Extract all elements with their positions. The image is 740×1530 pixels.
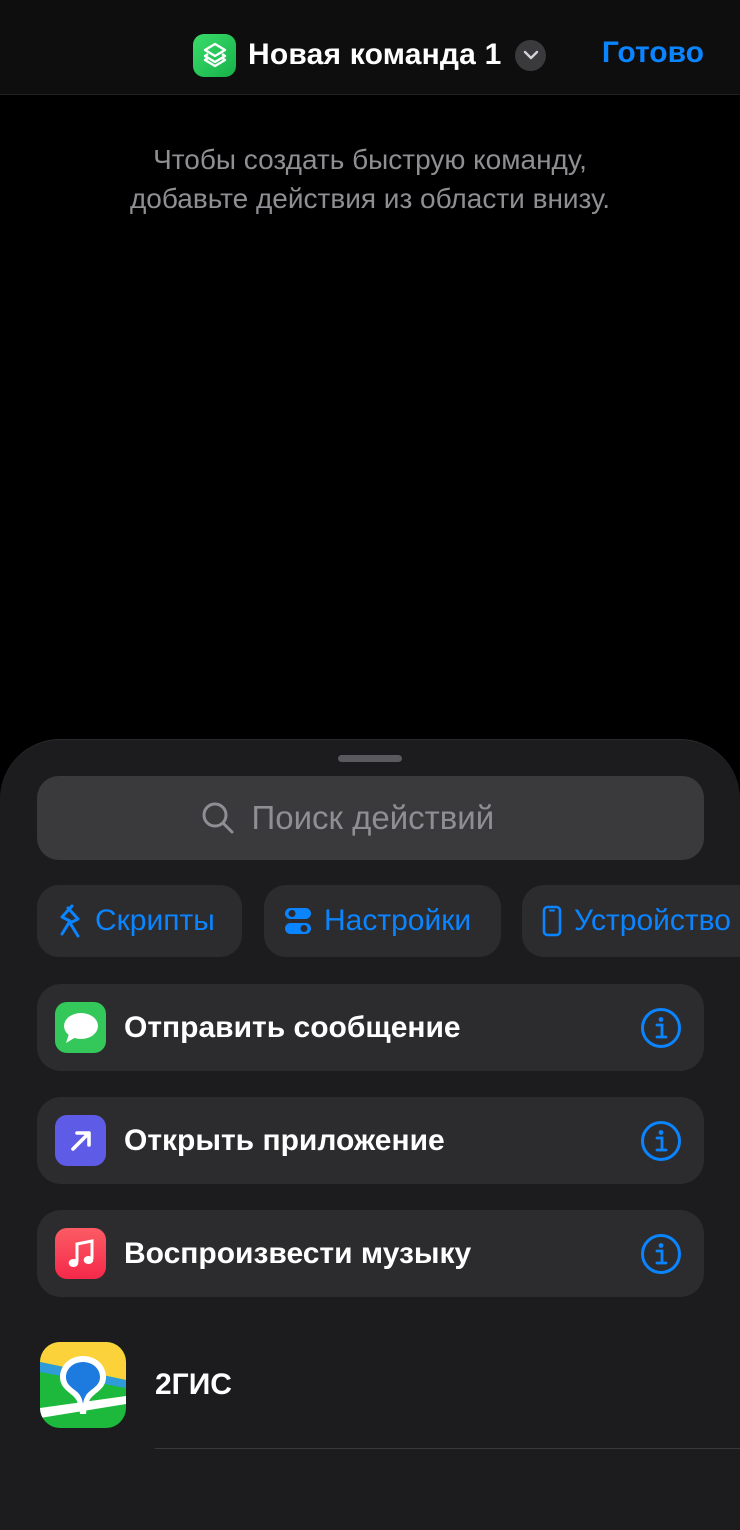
app-list-item-2gis[interactable]: 2ГИС: [0, 1340, 740, 1450]
empty-state-hint: Чтобы создать быструю команду, добавьте …: [0, 140, 740, 218]
category-label: Скрипты: [95, 904, 215, 937]
search-bar[interactable]: [37, 776, 704, 860]
actions-sheet: Скрипты Настройки Устройство: [0, 739, 740, 1530]
info-icon[interactable]: [640, 1120, 682, 1162]
category-chip-settings[interactable]: Настройки: [264, 885, 501, 957]
search-icon: [200, 800, 236, 836]
scripting-icon: [57, 904, 83, 938]
action-play-music[interactable]: Воспроизвести музыку: [37, 1210, 704, 1297]
category-label: Настройки: [324, 904, 472, 937]
category-chip-scripting[interactable]: Скрипты: [37, 885, 242, 957]
open-app-arrow-icon: [55, 1115, 106, 1166]
2gis-icon: [40, 1342, 126, 1428]
toggles-icon: [284, 906, 312, 936]
phone-icon: [542, 905, 562, 937]
shortcut-title[interactable]: Новая команда 1: [248, 38, 501, 72]
shortcuts-stack-icon: [193, 33, 236, 77]
chevron-down-icon[interactable]: [515, 39, 547, 71]
action-send-message[interactable]: Отправить сообщение: [37, 984, 704, 1071]
messages-icon: [55, 1002, 106, 1053]
music-note-icon: [55, 1228, 106, 1279]
hint-line-2: добавьте действия из области внизу.: [129, 183, 611, 214]
list-divider: [155, 1448, 740, 1449]
action-open-app[interactable]: Открыть приложение: [37, 1097, 704, 1184]
sheet-grabber-handle[interactable]: [338, 755, 402, 762]
action-label: Воспроизвести музыку: [124, 1236, 472, 1270]
navigation-bar: Новая команда 1 Готово: [0, 0, 740, 95]
action-label: Отправить сообщение: [124, 1010, 461, 1044]
info-icon[interactable]: [640, 1007, 682, 1049]
category-chip-device[interactable]: Устройство: [522, 885, 740, 957]
category-chips: Скрипты Настройки Устройство: [0, 885, 740, 957]
info-icon[interactable]: [640, 1233, 682, 1275]
action-label: Открыть приложение: [124, 1123, 445, 1157]
shortcut-title-menu[interactable]: Новая команда 1: [193, 33, 547, 77]
done-button[interactable]: Готово: [602, 36, 704, 70]
hint-line-1: Чтобы создать быструю команду,: [153, 144, 587, 175]
search-input[interactable]: [251, 799, 542, 837]
category-label: Устройство: [574, 904, 731, 937]
app-name: 2ГИС: [155, 1368, 232, 1401]
